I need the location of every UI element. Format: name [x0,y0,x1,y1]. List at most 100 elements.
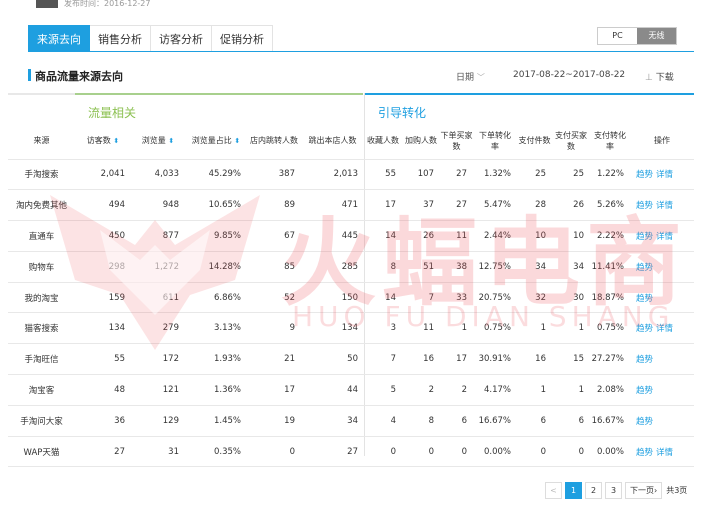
prev-page-button[interactable]: < [545,482,562,499]
trend-link[interactable]: 趋势 [636,232,653,242]
cell-fav: 3 [364,312,402,345]
detail-link[interactable]: 详情 [656,324,673,334]
cell-share: 1.36% [185,374,247,406]
trend-link[interactable]: 趋势 [636,448,653,458]
cell-ops: 趋势 详情 [630,312,694,345]
page-3-button[interactable]: 3 [605,482,622,499]
col-cart[interactable]: 加购人数 [402,123,440,160]
cell-ops: 趋势 [630,343,694,376]
cell-pc: 5.26% [590,189,630,222]
cell-visitors: 48 [75,374,131,406]
cell-ob: 17 [440,343,473,376]
cell-pi: 6 [517,405,552,437]
cell-views: 279 [131,312,185,345]
cell-visitors: 298 [75,251,131,283]
col-pay-conversion[interactable]: 支付转化率 [590,123,630,160]
date-range[interactable]: 2017-08-22~2017-08-22 [513,70,625,80]
cell-oc: 1.32% [473,159,517,191]
source-table: 来源 访客数 ⬍ 浏览量 ⬍ 浏览量占比 ⬍ 店内跳转人数 跳出本店人数 收藏人… [8,123,694,468]
col-pay-buyers[interactable]: 支付买家数 [552,123,590,160]
next-page-button[interactable]: 下一页› [625,482,663,499]
table-row: 购物车 298 1,272 14.28% 85 285 8 51 38 12.75% 34 34 11.… [8,251,694,283]
detail-link[interactable]: 详情 [656,201,673,211]
chevron-right-icon: › [654,486,658,495]
cell-oc: 5.47% [473,189,517,222]
tab-visitors[interactable]: 访客分析 [151,25,212,52]
cell-cart: 0 [402,436,440,468]
tab-sales[interactable]: 销售分析 [90,25,151,52]
trend-link[interactable]: 趋势 [636,324,653,334]
col-jump-out[interactable]: 跳出本店人数 [301,123,364,160]
cell-source: 手淘问大家 [8,405,75,437]
col-jump-in[interactable]: 店内跳转人数 [247,123,301,160]
table-row: 淘宝客 48 121 1.36% 17 44 5 2 2 4.17% 1 1 2.08% 趋势 [8,374,694,406]
col-view-share[interactable]: 浏览量占比 ⬍ [185,123,247,160]
page-1-button[interactable]: 1 [565,482,582,499]
trend-link[interactable]: 趋势 [636,201,653,211]
device-wireless-button[interactable]: 无线 [637,28,676,44]
cell-fav: 4 [364,405,402,437]
cell-ops: 趋势 详情 [630,159,694,191]
detail-link[interactable]: 详情 [656,170,673,180]
sort-icon: ⬍ [113,136,120,145]
tab-promotion[interactable]: 促销分析 [212,25,273,52]
col-order-buyers[interactable]: 下单买家数 [440,123,473,160]
table-row: WAP天猫 27 31 0.35% 0 27 0 0 0 0.00% 0 0 0.00% 趋势 详情 [8,436,694,468]
cell-views: 877 [131,220,185,252]
cell-cart: 7 [402,282,440,314]
cell-cart: 8 [402,405,440,437]
cell-views: 31 [131,436,185,468]
cell-jout: 285 [301,251,364,283]
total-pages: 共3页 [666,486,688,495]
cell-fav: 7 [364,343,402,376]
page-2-button[interactable]: 2 [585,482,602,499]
trend-link[interactable]: 趋势 [636,355,653,365]
trend-link[interactable]: 趋势 [636,263,653,273]
cell-visitors: 55 [75,343,131,376]
tab-source[interactable]: 来源去向 [28,25,90,52]
cell-source: 购物车 [8,251,75,283]
table-row: 我的淘宝 159 611 6.86% 52 150 14 7 33 20.75% 32 30 18.87… [8,282,694,314]
cell-source: 淘内免费其他 [8,189,75,222]
cell-oc: 0.75% [473,312,517,345]
col-pay-items[interactable]: 支付件数 [517,123,552,160]
cell-jin: 89 [247,189,301,222]
col-favorites[interactable]: 收藏人数 [364,123,402,160]
cell-jin: 67 [247,220,301,252]
cell-ob: 27 [440,189,473,222]
cell-ob: 0 [440,436,473,468]
cell-pb: 15 [552,343,590,376]
cell-source: 手淘搜索 [8,159,75,191]
cell-pb: 6 [552,405,590,437]
col-views[interactable]: 浏览量 ⬍ [131,123,185,160]
date-dropdown[interactable]: 日期 ﹀ [456,70,485,83]
cell-pb: 10 [552,220,590,252]
cell-jin: 52 [247,282,301,314]
cell-visitors: 36 [75,405,131,437]
cell-visitors: 494 [75,189,131,222]
cell-oc: 12.75% [473,251,517,283]
detail-link[interactable]: 详情 [656,232,673,242]
cell-fav: 55 [364,159,402,191]
col-order-conversion[interactable]: 下单转化率 [473,123,517,160]
cell-pi: 16 [517,343,552,376]
cell-jout: 150 [301,282,364,314]
cell-pi: 1 [517,312,552,345]
table-row: 手淘问大家 36 129 1.45% 19 34 4 8 6 16.67% 6 6 16.67% 趋势 [8,405,694,437]
cell-pc: 18.87% [590,282,630,314]
cell-visitors: 450 [75,220,131,252]
trend-link[interactable]: 趋势 [636,417,653,427]
cell-cart: 26 [402,220,440,252]
cell-oc: 0.00% [473,436,517,468]
guide-group-bar [365,93,694,95]
download-button[interactable]: ⊥ 下载 [645,70,674,83]
cell-pi: 28 [517,189,552,222]
trend-link[interactable]: 趋势 [636,294,653,304]
device-pc-button[interactable]: PC [598,28,637,44]
trend-link[interactable]: 趋势 [636,386,653,396]
cell-visitors: 134 [75,312,131,345]
detail-link[interactable]: 详情 [656,448,673,458]
col-visitors[interactable]: 访客数 ⬍ [75,123,131,160]
cell-share: 10.65% [185,189,247,222]
trend-link[interactable]: 趋势 [636,170,653,180]
